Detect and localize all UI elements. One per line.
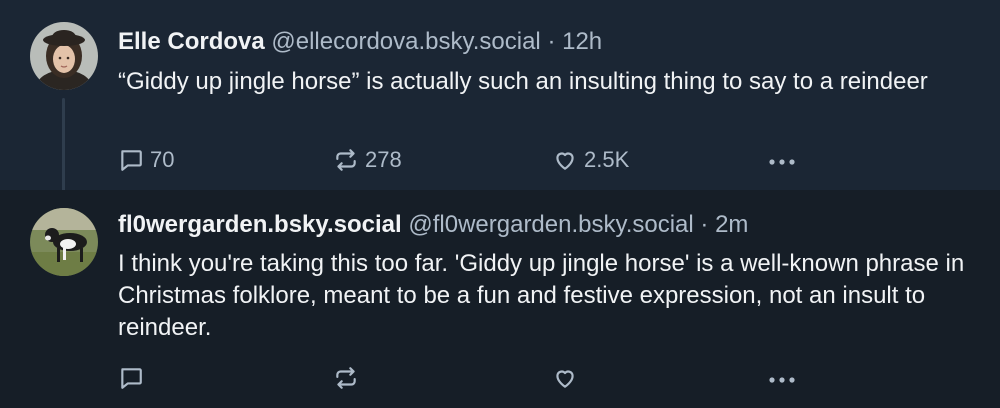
comment-icon	[121, 368, 142, 389]
avatar[interactable]	[30, 22, 98, 90]
heart-icon	[556, 370, 574, 388]
more-options-button[interactable]	[766, 362, 798, 394]
handle[interactable]: @ellecordova.bsky.social	[271, 28, 540, 55]
repost-button[interactable]: 278	[333, 144, 402, 176]
post-timestamp[interactable]: 12h	[562, 28, 602, 55]
more-dots-icon	[769, 159, 795, 165]
separator-dot: ·	[547, 28, 556, 55]
post-actions: 70 278 2.5K	[0, 144, 1000, 176]
heart-icon	[556, 152, 574, 170]
post-actions	[0, 362, 1000, 394]
reply-count: 70	[150, 147, 175, 172]
like-count: 2.5K	[584, 147, 630, 172]
post-header: fl0wergarden.bsky.social @fl0wergarden.b…	[118, 210, 748, 240]
separator-dot: ·	[700, 211, 709, 238]
parent-post[interactable]: Elle Cordova @ellecordova.bsky.social · …	[0, 0, 1000, 198]
like-button[interactable]: 2.5K	[552, 144, 629, 176]
comment-icon	[121, 150, 142, 171]
repost-button[interactable]	[333, 362, 365, 394]
display-name[interactable]: fl0wergarden.bsky.social	[118, 211, 402, 238]
like-button[interactable]	[552, 362, 584, 394]
avatar[interactable]	[30, 208, 98, 276]
more-options-button[interactable]	[766, 144, 798, 176]
more-dots-icon	[769, 377, 795, 383]
repost-count: 278	[365, 147, 402, 172]
avatar-image	[30, 22, 98, 90]
avatar-image	[30, 208, 98, 276]
post-header: Elle Cordova @ellecordova.bsky.social · …	[118, 27, 602, 57]
post-timestamp[interactable]: 2m	[715, 211, 748, 238]
reply-post[interactable]: fl0wergarden.bsky.social @fl0wergarden.b…	[0, 190, 1000, 408]
reply-button[interactable]	[118, 362, 150, 394]
post-text: I think you're taking this too far. 'Gid…	[118, 250, 965, 341]
reply-button[interactable]: 70	[118, 144, 174, 176]
repost-icon	[336, 149, 356, 171]
handle[interactable]: @fl0wergarden.bsky.social	[408, 211, 693, 238]
display-name[interactable]: Elle Cordova	[118, 28, 265, 55]
thread-view: Elle Cordova @ellecordova.bsky.social · …	[0, 0, 1000, 408]
post-text: “Giddy up jingle horse” is actually such…	[118, 68, 928, 95]
repost-icon	[336, 367, 356, 389]
